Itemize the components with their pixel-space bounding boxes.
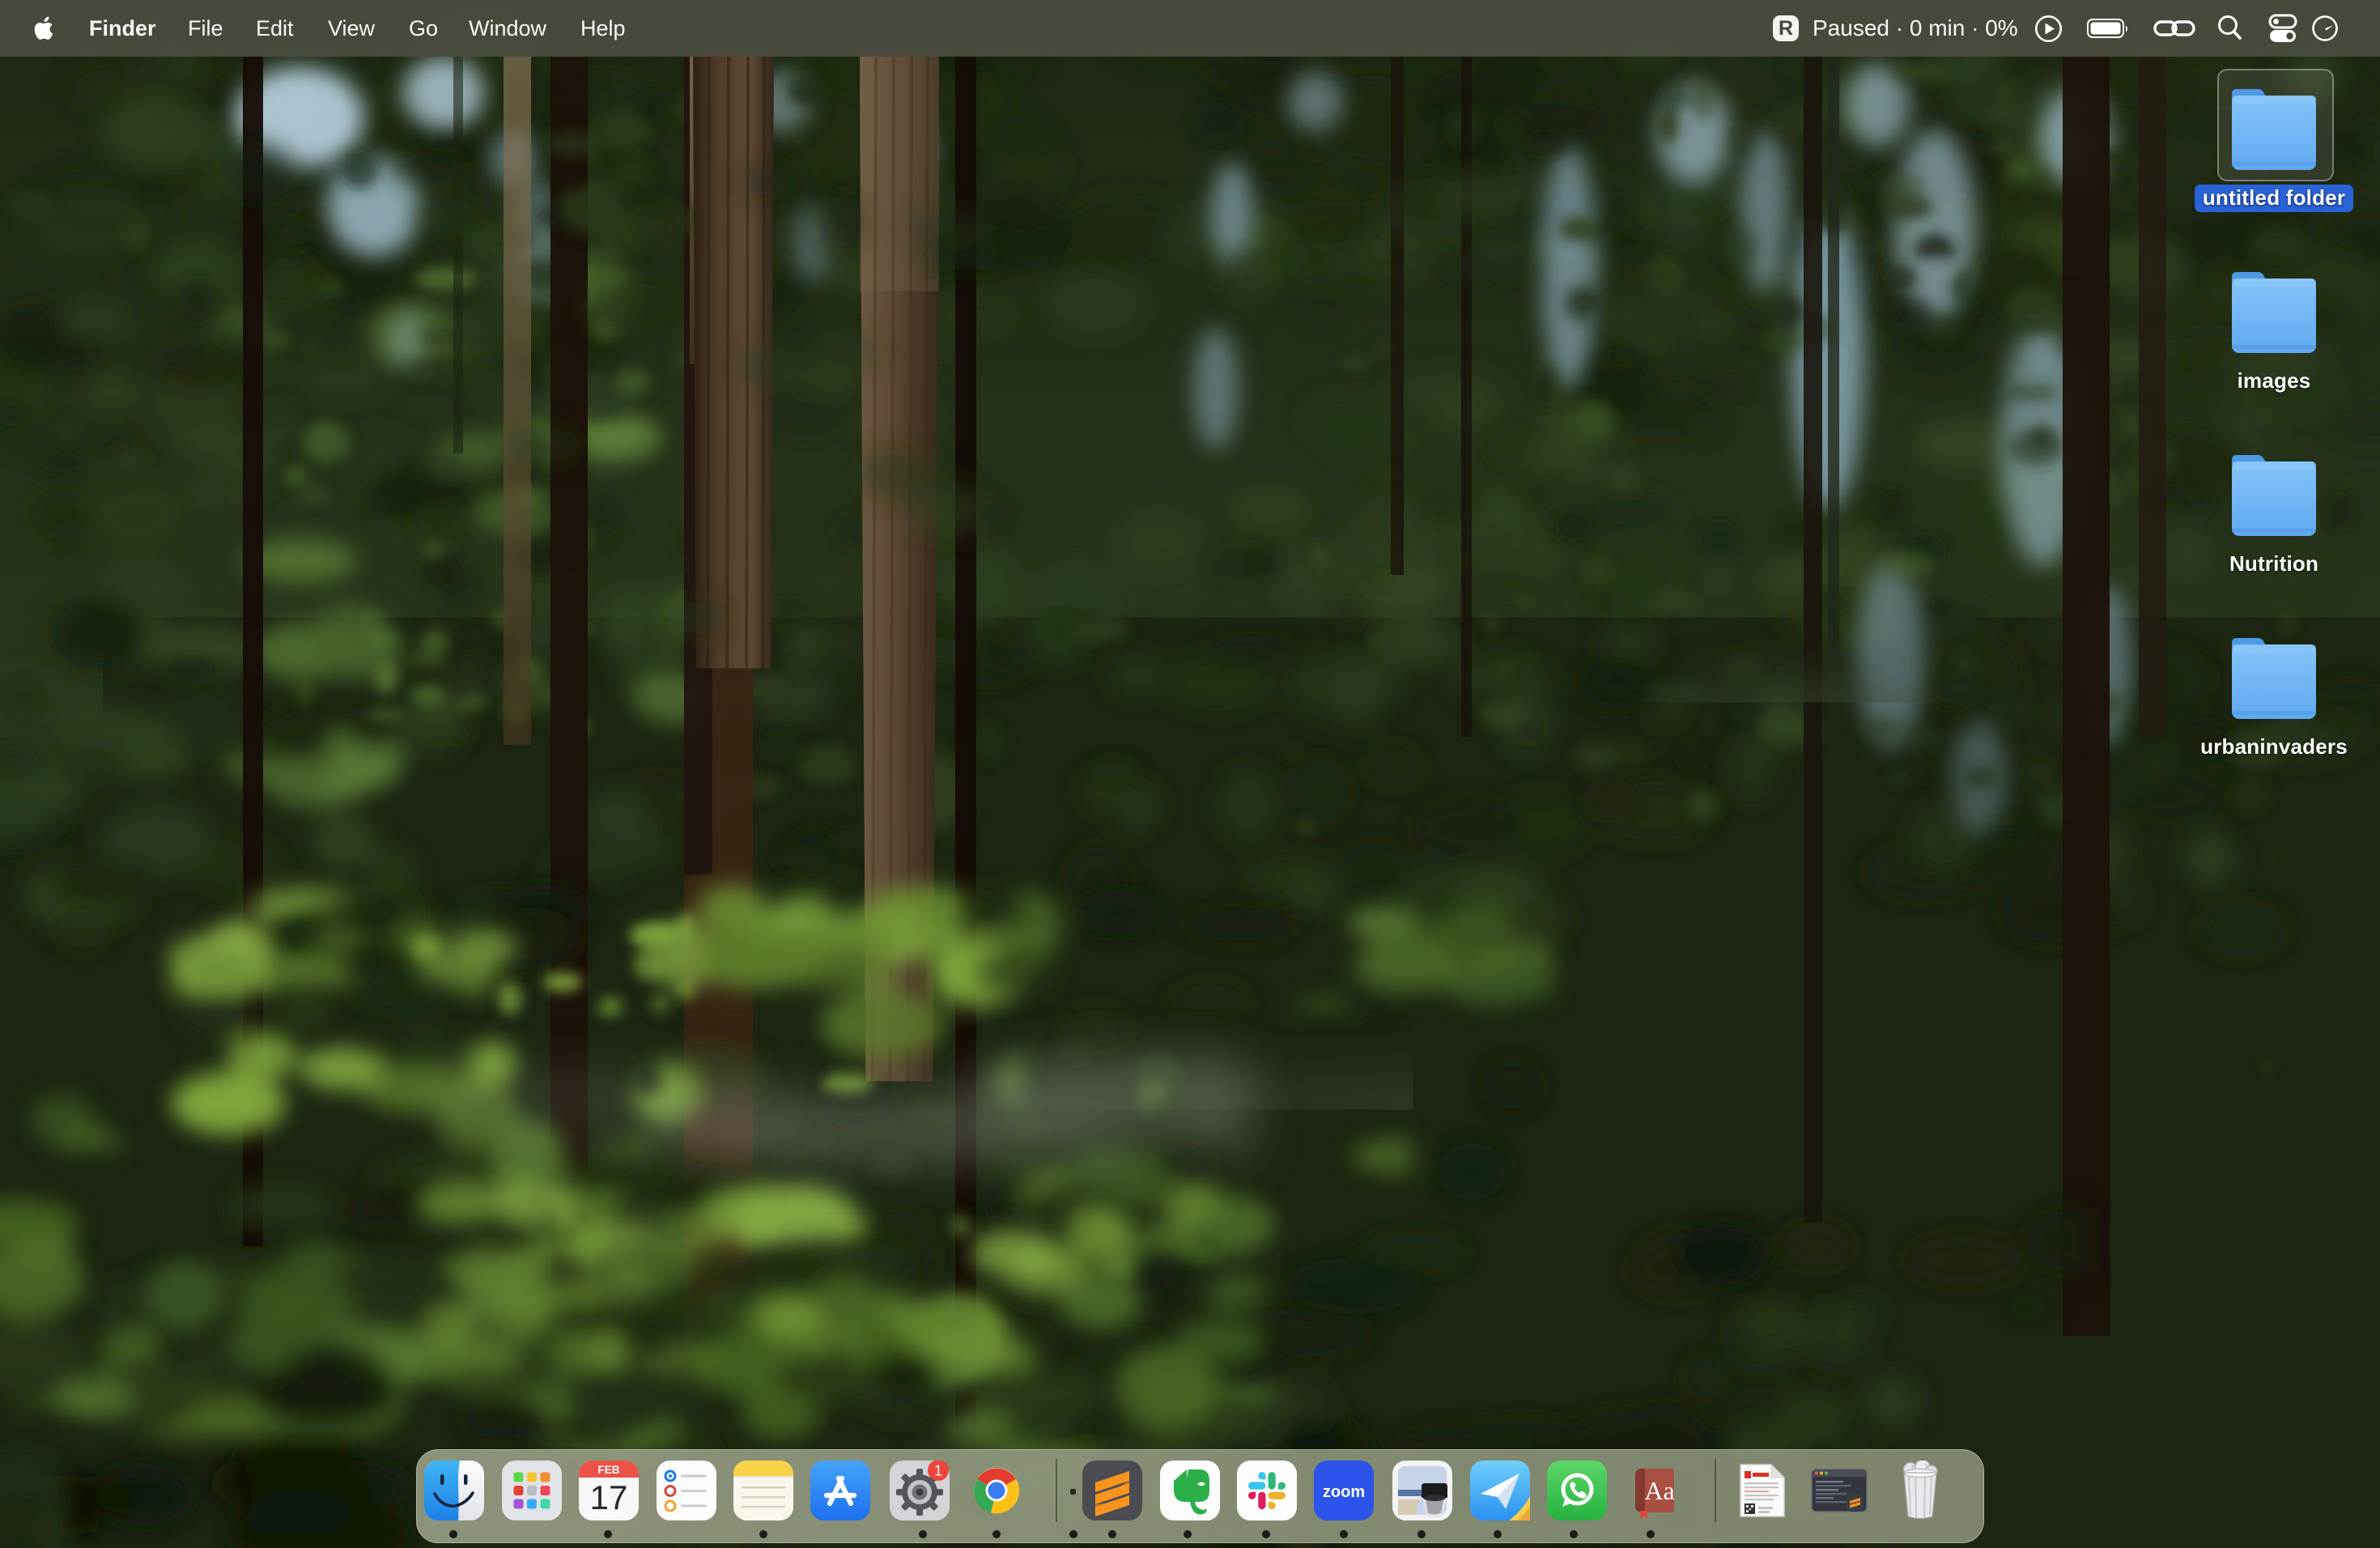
svg-text:17: 17 (590, 1478, 628, 1516)
svg-text:zoom: zoom (1323, 1483, 1365, 1501)
svg-text:1: 1 (934, 1463, 942, 1479)
svg-text:FEB: FEB (598, 1464, 620, 1476)
svg-text:Aa: Aa (1644, 1476, 1674, 1505)
